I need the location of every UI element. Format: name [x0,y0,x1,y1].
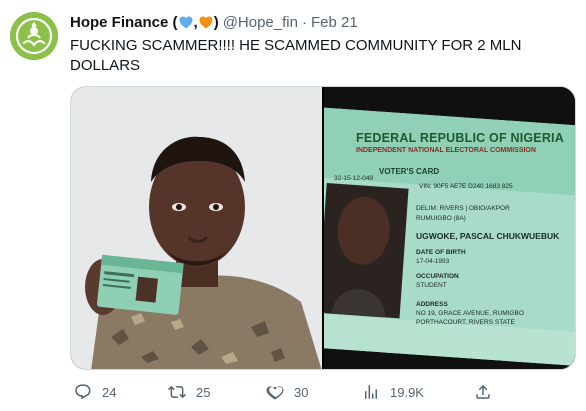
avatar[interactable] [10,12,58,60]
blue-heart-icon [179,16,193,28]
views-icon [365,385,377,399]
card-vin: VIN: 90F5 AE7E D240 1683 825 [419,183,513,190]
tweet-actions: 24 25 30 19.9K [70,382,576,402]
share-button[interactable] [474,382,492,402]
card-address-line2: PORTHACOURT, RIVERS STATE [416,319,515,326]
like-count: 30 [294,384,309,400]
like-button[interactable]: 30 [266,382,308,402]
card-voters-card: VOTER'S CARD [379,167,440,176]
tweet-text: FUCKING SCAMMER!!!! HE SCAMMED COMMUNITY… [70,37,522,74]
card-address-line1: NO 19, GRACE AVENUE, RUMIGBO [416,310,524,317]
card-occupation: STUDENT [416,282,447,289]
hope-finance-logo [10,12,58,60]
card-address-label: ADDRESS [416,301,448,308]
orange-heart-icon [199,16,213,28]
voter-card-illustration [324,87,575,369]
display-name-close: ) [213,13,219,31]
card-area: RUMUIGBO (8A) [416,215,466,222]
tweet[interactable]: Hope Finance ( , ) @Hope_fin · Feb 21 FU… [0,0,586,411]
card-number: 32-15-12-049 [334,175,374,182]
reply-button[interactable]: 24 [74,382,116,402]
retweet-button[interactable]: 25 [168,382,210,402]
tweet-header: Hope Finance ( , ) @Hope_fin · Feb 21 [70,12,358,32]
share-icon [476,384,490,399]
reply-count: 24 [102,384,117,400]
photo-voter-card[interactable]: FEDERAL REPUBLIC OF NIGERIA INDEPENDENT … [324,87,575,369]
tweet-date[interactable]: Feb 21 [311,14,358,31]
card-occupation-label: OCCUPATION [416,273,459,280]
card-delim: DELIM: RIVERS | OBIO/AKPOR [416,205,510,212]
retweet-count: 25 [196,384,211,400]
user-handle[interactable]: @Hope_fin [223,14,298,31]
card-name: UGWOKE, PASCAL CHUKWUEBUK [416,231,560,241]
photo-man-holding-card[interactable] [71,87,322,369]
tweet-media[interactable]: FEDERAL REPUBLIC OF NIGERIA INDEPENDENT … [70,86,576,370]
views-button[interactable]: 19.9K [362,382,424,402]
card-subtitle: INDEPENDENT NATIONAL ELECTORAL COMMISSIO… [356,147,536,154]
views-count: 19.9K [390,384,424,400]
name-separator: , [193,13,198,31]
photo-left-illustration [71,87,322,369]
card-title: FEDERAL REPUBLIC OF NIGERIA [356,131,564,145]
display-name[interactable]: Hope Finance ( [70,14,178,31]
retweet-icon [168,385,186,399]
reply-icon [75,384,91,400]
separator-dot: · [301,13,307,31]
like-icon [266,386,284,400]
card-dob-label: DATE OF BIRTH [416,249,466,256]
card-dob: 17-04-1993 [416,258,450,265]
